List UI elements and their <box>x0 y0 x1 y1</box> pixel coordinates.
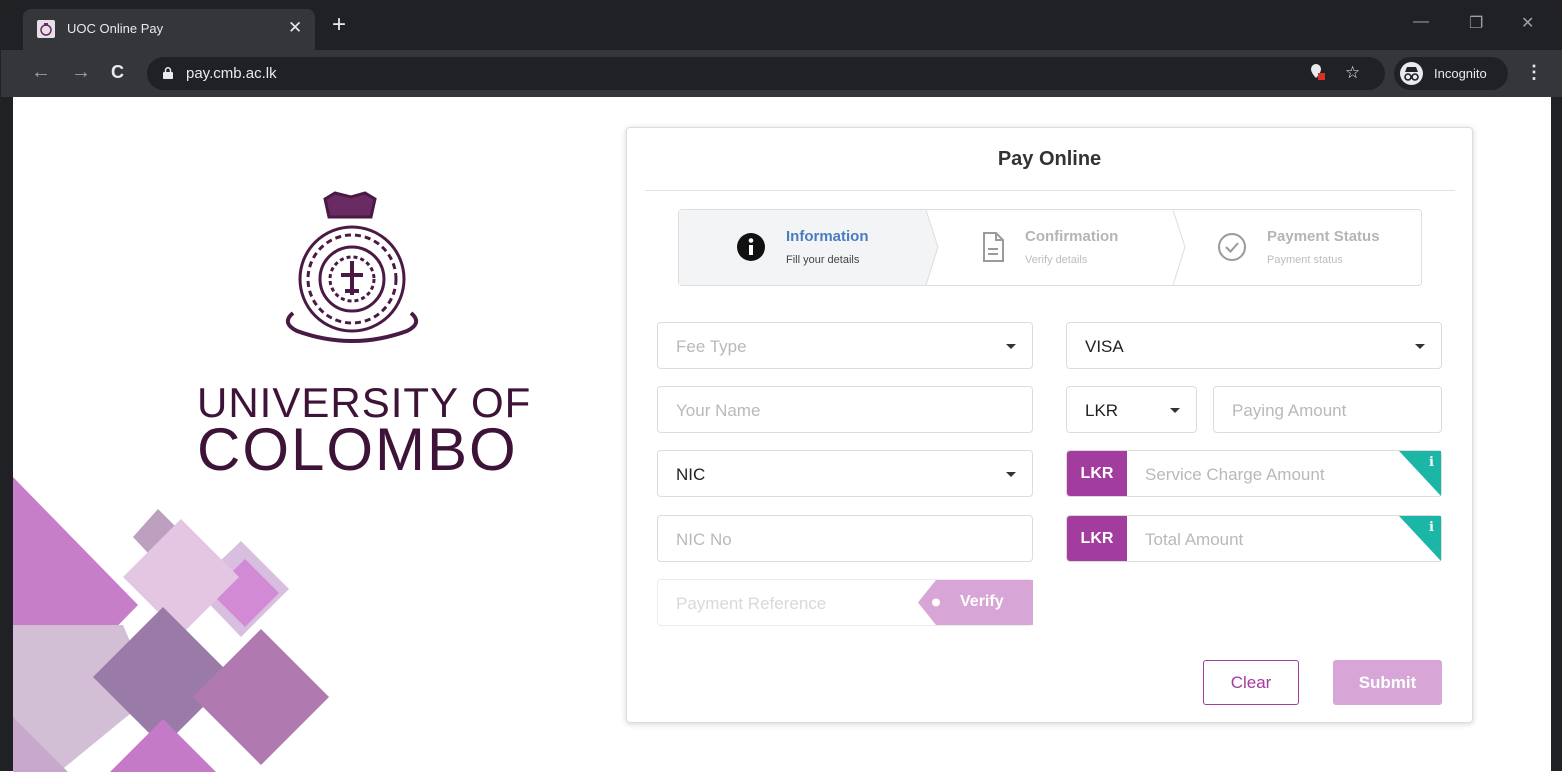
step-label: Payment Status <box>1267 228 1380 245</box>
fee-type-select[interactable]: Fee Type <box>657 322 1033 369</box>
step-separator <box>926 210 939 285</box>
name-input[interactable]: Your Name <box>657 386 1033 433</box>
payment-reference-input[interactable]: Payment Reference Verify <box>657 579 1033 626</box>
submit-button[interactable]: Submit <box>1333 660 1442 705</box>
step-sub: Payment status <box>1267 254 1343 266</box>
step-label: Confirmation <box>1025 228 1119 245</box>
card-type-value: VISA <box>1085 337 1124 356</box>
step-separator <box>1173 210 1186 285</box>
payment-card: Pay Online Information Fill your details <box>626 127 1473 723</box>
minimize-icon[interactable]: — <box>1413 13 1429 31</box>
reload-icon[interactable]: C <box>111 61 124 83</box>
chevron-down-icon <box>1415 344 1425 349</box>
tab-title: UOC Online Pay <box>67 21 164 36</box>
incognito-indicator[interactable]: Incognito <box>1394 57 1508 90</box>
currency-badge: LKR <box>1067 516 1127 561</box>
info-icon: i <box>1429 455 1434 470</box>
bookmark-star-icon[interactable]: ☆ <box>1345 63 1360 83</box>
step-sub: Fill your details <box>786 254 860 266</box>
currency-badge: LKR <box>1067 451 1127 496</box>
address-bar[interactable]: pay.cmb.ac.lk ☆ <box>147 57 1385 90</box>
total-amount-field: LKR Total Amount i <box>1066 515 1442 562</box>
info-corner-icon[interactable] <box>1399 516 1441 561</box>
forward-icon[interactable]: → <box>71 61 91 83</box>
decorative-squares <box>13 477 329 772</box>
currency-value: LKR <box>1085 401 1119 420</box>
nic-number-input[interactable]: NIC No <box>657 515 1033 562</box>
check-circle-icon <box>1218 233 1246 261</box>
info-corner-icon[interactable] <box>1399 451 1441 496</box>
browser-menu-icon[interactable]: ⋮ <box>1525 62 1543 83</box>
total-amount-placeholder: Total Amount <box>1145 530 1244 549</box>
step-confirmation[interactable]: Confirmation Verify details <box>939 210 1173 285</box>
name-placeholder: Your Name <box>676 401 761 420</box>
new-tab-icon[interactable]: + <box>332 13 346 37</box>
service-charge-placeholder: Service Charge Amount <box>1145 465 1325 484</box>
tab-strip: UOC Online Pay ✕ + — ❐ ✕ <box>1 1 1562 50</box>
incognito-icon <box>1400 62 1423 85</box>
payment-reference-placeholder: Payment Reference <box>676 594 827 613</box>
document-icon <box>983 232 1004 262</box>
verify-button[interactable]: Verify <box>918 580 1033 625</box>
currency-select[interactable]: LKR <box>1066 386 1197 433</box>
browser-window: UOC Online Pay ✕ + — ❐ ✕ ← → C pay.cmb.a… <box>0 0 1562 772</box>
step-label: Information <box>786 228 869 245</box>
chevron-down-icon <box>1006 472 1016 477</box>
step-information[interactable]: Information Fill your details <box>679 210 927 285</box>
close-tab-icon[interactable]: ✕ <box>288 18 302 38</box>
info-icon: i <box>1429 520 1434 535</box>
chevron-down-icon <box>1170 408 1180 413</box>
info-icon <box>737 233 765 261</box>
browser-toolbar: ← → C pay.cmb.ac.lk ☆ Incognito ⋮ <box>1 50 1562 97</box>
university-crest-icon <box>37 20 55 38</box>
service-charge-field: LKR Service Charge Amount i <box>1066 450 1442 497</box>
incognito-label: Incognito <box>1434 66 1487 81</box>
id-type-value: NIC <box>676 465 706 484</box>
location-blocked-icon[interactable] <box>1309 63 1325 86</box>
paying-amount-input[interactable]: Paying Amount <box>1213 386 1442 433</box>
id-type-select[interactable]: NIC <box>657 450 1033 497</box>
back-icon[interactable]: ← <box>31 61 51 83</box>
step-payment-status[interactable]: Payment Status Payment status <box>1187 210 1421 285</box>
card-type-select[interactable]: VISA <box>1066 322 1442 369</box>
clear-button[interactable]: Clear <box>1203 660 1299 705</box>
verify-label: Verify <box>960 593 1004 610</box>
progress-steps: Information Fill your details Confirmati… <box>678 209 1422 286</box>
url-text: pay.cmb.ac.lk <box>186 65 277 82</box>
step-sub: Verify details <box>1025 254 1088 266</box>
fee-type-placeholder: Fee Type <box>676 337 747 356</box>
card-title: Pay Online <box>997 148 1102 170</box>
window-close-icon[interactable]: ✕ <box>1521 13 1534 33</box>
university-crest-icon <box>285 191 419 343</box>
chevron-down-icon <box>1006 344 1016 349</box>
divider <box>645 190 1455 191</box>
restore-icon[interactable]: ❐ <box>1469 13 1483 33</box>
lock-icon <box>163 67 173 79</box>
page-content: UNIVERSITY OF COLOMBO Pay Online Informa… <box>13 97 1551 772</box>
paying-amount-placeholder: Paying Amount <box>1232 401 1347 420</box>
nic-placeholder: NIC No <box>676 530 732 549</box>
browser-tab[interactable]: UOC Online Pay ✕ <box>23 9 315 50</box>
